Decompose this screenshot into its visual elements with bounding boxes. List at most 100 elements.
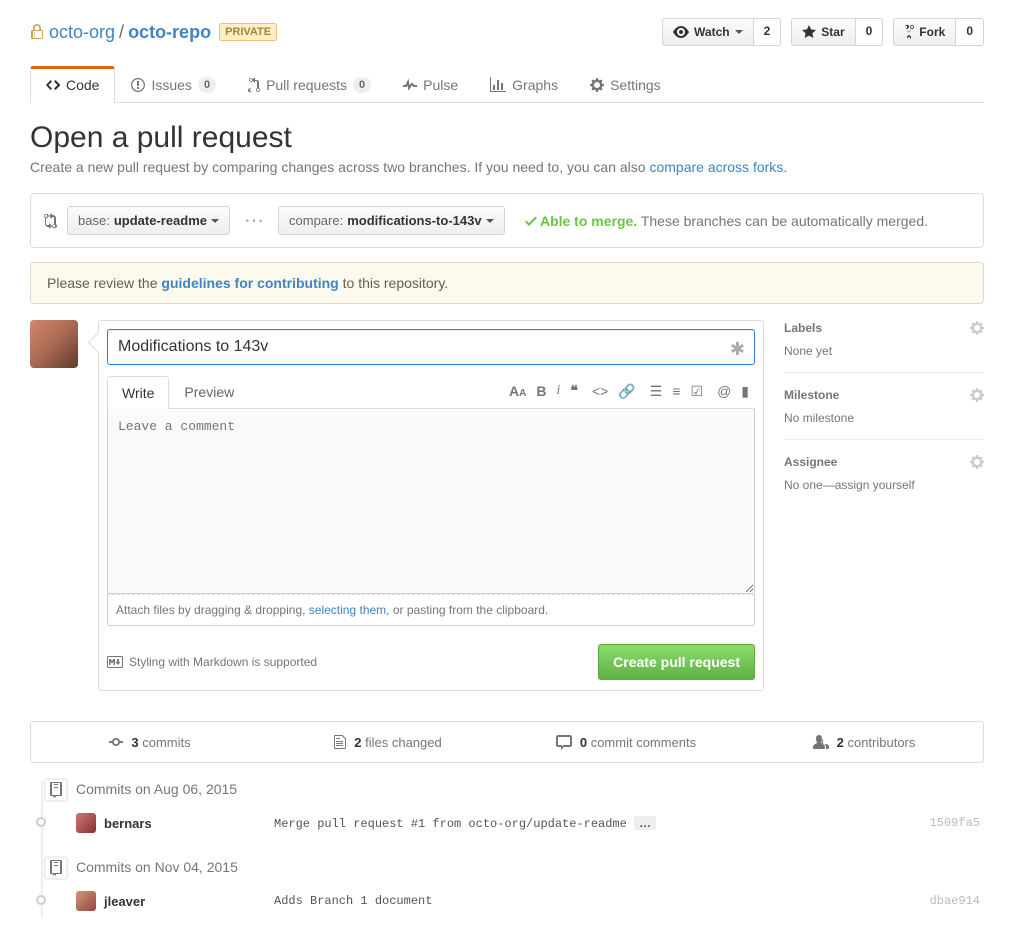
issues-count: 0	[198, 77, 216, 93]
page-subtitle: Create a new pull request by comparing c…	[30, 159, 984, 175]
commit-sha[interactable]: 1509fa5	[930, 816, 984, 830]
text-size-icon[interactable]: AA	[509, 383, 526, 400]
markdown-hint: Styling with Markdown is supported	[107, 655, 317, 669]
commit-author[interactable]: jleaver	[104, 894, 274, 909]
pull-request-icon	[248, 77, 260, 93]
star-label: Star	[821, 25, 844, 39]
privacy-badge: Private	[219, 23, 277, 41]
repo-actions: Watch 2 Star 0 Fork 0	[662, 18, 984, 46]
commit-sha[interactable]: dbae914	[930, 894, 984, 908]
compare-branch-select[interactable]: compare: modifications-to-143v	[278, 206, 505, 235]
watch-button[interactable]: Watch	[662, 18, 754, 46]
attach-post: , or pasting from the clipboard.	[386, 603, 548, 617]
assignee-section: Assignee No one—assign yourself	[784, 454, 984, 506]
tab-pulse-label: Pulse	[423, 77, 458, 93]
fork-button[interactable]: Fork	[893, 18, 956, 46]
expand-commit-button[interactable]: …	[634, 816, 656, 830]
commits-timeline: Commits on Aug 06, 2015 bernars Merge pu…	[30, 781, 984, 917]
slash-separator: /	[119, 22, 124, 43]
gear-icon[interactable]	[970, 320, 984, 336]
tab-issues[interactable]: Issues 0	[115, 66, 232, 103]
milestone-value: No milestone	[784, 411, 984, 425]
assignee-heading: Assignee	[784, 455, 837, 469]
stat-contributors[interactable]: 2 contributors	[745, 722, 983, 762]
star-button[interactable]: Star	[791, 18, 855, 46]
gear-icon[interactable]	[970, 387, 984, 403]
form-footer: Styling with Markdown is supported Creat…	[99, 634, 763, 690]
labels-value: None yet	[784, 344, 984, 358]
graph-icon	[490, 77, 506, 93]
commits-count: 3	[131, 735, 138, 750]
contributing-banner: Please review the guidelines for contrib…	[30, 262, 984, 304]
subtitle-text-pre: Create a new pull request by comparing c…	[30, 159, 649, 175]
commit-icon	[109, 734, 123, 750]
commit-message[interactable]: Adds Branch 1 document	[274, 894, 930, 908]
ul-icon[interactable]: ☰	[650, 383, 663, 400]
ol-icon[interactable]: ≡	[672, 383, 680, 400]
gear-icon	[590, 77, 604, 93]
repo-owner-link[interactable]: octo-org	[49, 22, 115, 43]
watch-label: Watch	[694, 25, 730, 39]
merge-status-ok: Able to merge.	[540, 213, 637, 229]
pulls-count: 0	[353, 77, 371, 93]
link-icon[interactable]: 🔗	[618, 383, 635, 400]
quote-icon[interactable]: ❝	[570, 383, 578, 400]
commit-author[interactable]: bernars	[104, 816, 274, 831]
files-count: 2	[354, 735, 361, 750]
commit-row[interactable]: bernars Merge pull request #1 from octo-…	[42, 807, 984, 839]
repo-nav: Code Issues 0 Pull requests 0 Pulse Grap…	[30, 66, 984, 103]
italic-icon[interactable]: i	[557, 383, 561, 400]
avatar	[30, 320, 78, 368]
pr-comment-textarea[interactable]	[107, 409, 755, 594]
select-files-link[interactable]: selecting them	[309, 603, 386, 617]
gear-icon[interactable]	[970, 454, 984, 470]
tab-graphs[interactable]: Graphs	[474, 66, 574, 103]
pr-title-input[interactable]	[107, 329, 755, 365]
tasklist-icon[interactable]: ☑	[691, 383, 704, 400]
tab-graphs-label: Graphs	[512, 77, 558, 93]
code-icon	[46, 77, 60, 93]
stat-files[interactable]: 2 files changed	[269, 722, 507, 762]
tab-issues-label: Issues	[151, 77, 191, 93]
stats-bar: 3 commits 2 files changed 0 commit comme…	[30, 721, 984, 763]
contributing-guidelines-link[interactable]: guidelines for contributing	[161, 275, 338, 291]
repo-push-icon	[44, 778, 68, 802]
stat-comments[interactable]: 0 commit comments	[507, 722, 745, 762]
pulse-icon	[403, 77, 417, 93]
dropdown-caret-icon	[211, 219, 219, 223]
code-icon[interactable]: <>	[592, 383, 608, 400]
fork-count[interactable]: 0	[956, 18, 984, 46]
people-icon	[813, 734, 829, 750]
tab-code[interactable]: Code	[30, 66, 115, 103]
mention-icon[interactable]: @	[717, 383, 731, 400]
create-pr-button[interactable]: Create pull request	[598, 644, 755, 680]
stat-commits[interactable]: 3 commits	[31, 722, 269, 762]
commit-row[interactable]: jleaver Adds Branch 1 document dbae914	[42, 885, 984, 917]
contributors-count: 2	[837, 735, 844, 750]
tab-pulse[interactable]: Pulse	[387, 66, 474, 103]
star-count[interactable]: 0	[856, 18, 884, 46]
compare-across-forks-link[interactable]: compare across forks	[649, 159, 783, 175]
editor-tabs: Write Preview AA B i ❝ <> 🔗	[107, 375, 755, 409]
repo-name-link[interactable]: octo-repo	[128, 22, 211, 43]
commit-date-text: Commits on Aug 06, 2015	[76, 781, 237, 797]
bold-icon[interactable]: B	[536, 383, 546, 400]
tab-pull-requests[interactable]: Pull requests 0	[232, 66, 387, 103]
preview-tab[interactable]: Preview	[169, 375, 249, 408]
compare-bar: base: update-readme ⋯ compare: modificat…	[30, 193, 984, 248]
bookmark-icon[interactable]: ▮	[741, 383, 749, 400]
base-branch-select[interactable]: base: update-readme	[67, 206, 230, 235]
commit-date-heading: Commits on Nov 04, 2015	[76, 859, 984, 875]
contributors-label: contributors	[847, 735, 915, 750]
markdown-icon	[107, 656, 123, 668]
required-indicator-icon: ✱	[730, 339, 745, 360]
write-tab[interactable]: Write	[107, 376, 169, 409]
commit-date-heading: Commits on Aug 06, 2015	[76, 781, 984, 797]
assignee-value[interactable]: No one—assign yourself	[784, 478, 984, 492]
tab-settings[interactable]: Settings	[574, 66, 677, 103]
watch-count[interactable]: 2	[754, 18, 782, 46]
timeline-dot-icon	[36, 895, 46, 905]
commit-message[interactable]: Merge pull request #1 from octo-org/upda…	[274, 816, 930, 831]
dropdown-caret-icon	[486, 219, 494, 223]
check-icon	[525, 213, 537, 229]
